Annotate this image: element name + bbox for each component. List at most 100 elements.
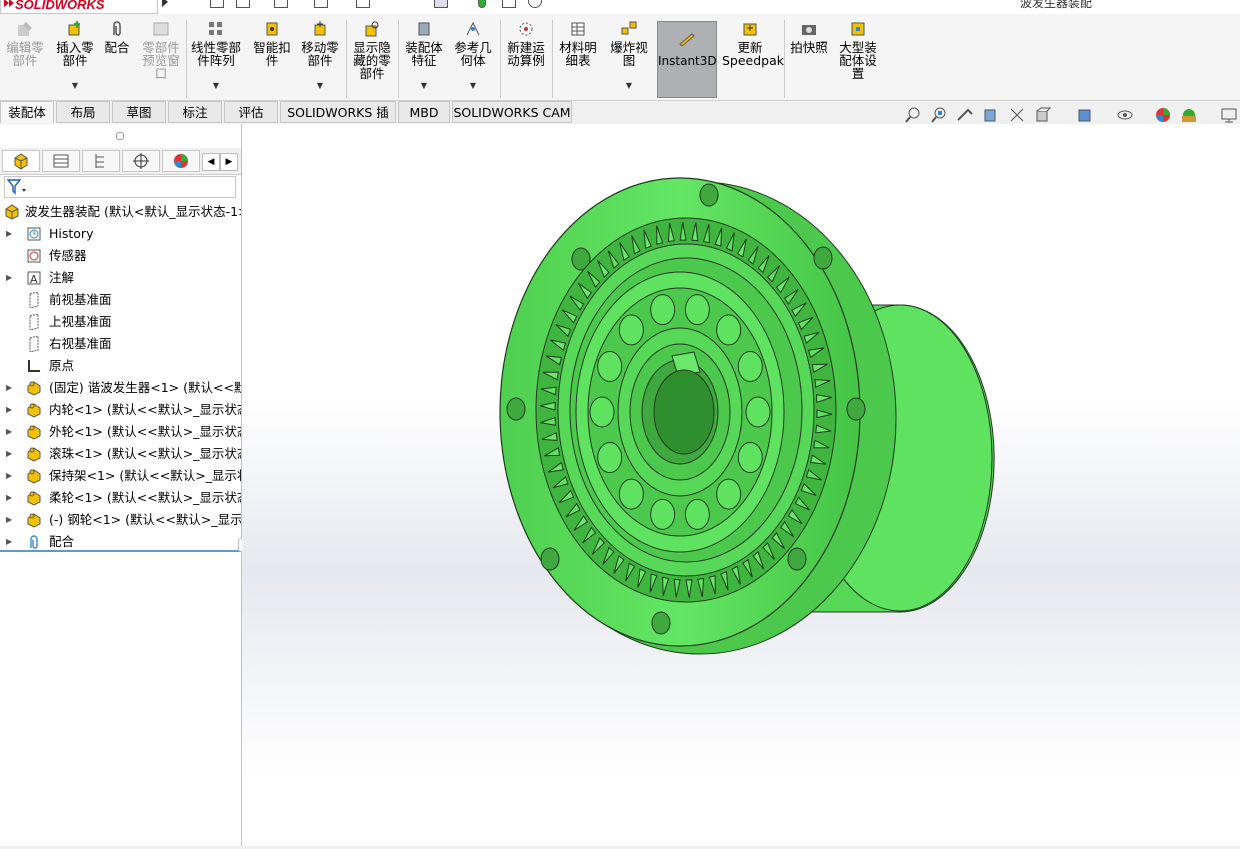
panel-collapse-handle[interactable] [116, 132, 124, 140]
tab-solidworks-addins[interactable]: SOLIDWORKS 插件 [280, 101, 396, 142]
tree-item[interactable]: 传感器 [0, 245, 241, 267]
tree-item[interactable]: ▶ (固定) 谐波发生器<1> (默认<<默认 [0, 377, 241, 399]
tree-item[interactable]: ▶ 柔轮<1> (默认<<默认>_显示状态 [0, 487, 241, 509]
view-settings-icon[interactable] [1220, 106, 1238, 124]
assembly-features-button[interactable]: 装配体 特征 ▼ [401, 20, 447, 104]
dynamic-annotation-icon[interactable] [1008, 106, 1026, 124]
take-snapshot-button[interactable]: 拍快照 [787, 20, 831, 104]
solidworks-logo[interactable]: SOLIDWORKS [0, 0, 158, 14]
large-assembly-icon [851, 22, 865, 36]
show-hidden-components-button[interactable]: 显示隐 藏的零 部件 [349, 20, 395, 104]
tab-configuration-manager[interactable] [82, 150, 120, 172]
expand-arrow-icon[interactable]: ▶ [6, 223, 12, 245]
tab-property-manager[interactable] [42, 150, 80, 172]
home-icon[interactable] [210, 0, 224, 8]
tree-item[interactable]: ▶ 内轮<1> (默认<<默认>_显示状态 [0, 399, 241, 421]
edit-appearance-icon[interactable] [1154, 106, 1172, 124]
tree-root-assembly[interactable]: 波发生器装配 (默认<默认_显示状态-1> [0, 201, 241, 223]
previous-view-icon[interactable] [956, 106, 974, 124]
select-arrow-icon[interactable] [434, 0, 448, 8]
tree-item[interactable]: ▶ A 注解 [0, 267, 241, 289]
move-component-button[interactable]: 移动零 部件 ▼ [298, 20, 342, 104]
expand-arrow-icon[interactable]: ▶ [6, 377, 12, 399]
dropdown-arrow-icon[interactable]: ▼ [421, 79, 427, 92]
ribbon-separator [552, 20, 553, 98]
expand-arrow-icon[interactable]: ▶ [6, 487, 12, 509]
tree-item[interactable]: ▶ 保持架<1> (默认<<默认>_显示状态 [0, 465, 241, 487]
dropdown-arrow-icon[interactable]: ▼ [317, 79, 323, 92]
rebuild-icon[interactable] [478, 0, 486, 8]
show-hidden-label: 显示隐 藏的零 部件 [353, 40, 391, 81]
tab-scroll-left-icon[interactable]: ◀ [202, 153, 220, 171]
tree-item[interactable]: ▶ 滚珠<1> (默认<<默认>_显示状态 [0, 443, 241, 465]
new-document-icon[interactable] [236, 0, 250, 8]
zoom-to-fit-icon[interactable] [904, 106, 922, 124]
display-style-icon[interactable] [1076, 106, 1094, 124]
section-view-icon[interactable] [982, 106, 1000, 124]
expand-arrow-icon[interactable]: ▶ [6, 421, 12, 443]
tree-item[interactable]: 前视基准面 [0, 289, 241, 311]
new-motion-study-button[interactable]: 新建运 动算例 [503, 20, 549, 104]
bill-of-materials-button[interactable]: 材料明 细表 [555, 20, 601, 104]
file-properties-icon[interactable] [502, 0, 516, 8]
title-bar: SOLIDWORKS 波发生器装配 [0, 0, 1240, 14]
harmonic-drive-model[interactable] [242, 124, 1240, 846]
tab-solidworks-cam[interactable]: SOLIDWORKS CAM [452, 101, 572, 123]
tab-scroll-right-icon[interactable]: ▶ [220, 153, 238, 171]
expand-arrow-icon[interactable]: ▶ [6, 509, 12, 531]
print-icon[interactable] [356, 0, 370, 8]
expand-arrow-icon[interactable]: ▶ [6, 443, 12, 465]
large-assembly-settings-button[interactable]: 大型装 配体设 置 [835, 20, 881, 104]
apply-scene-icon[interactable] [1180, 106, 1198, 124]
tab-assembly[interactable]: 装配体 [0, 101, 54, 123]
tree-item[interactable]: ▶ 外轮<1> (默认<<默认>_显示状态 [0, 421, 241, 443]
instant3d-button[interactable]: Instant3D [657, 21, 717, 98]
options-gear-icon[interactable] [528, 0, 542, 8]
dropdown-arrow-icon[interactable]: ▼ [626, 79, 632, 92]
tab-sketch[interactable]: 草图 [112, 101, 166, 123]
tree-item[interactable]: 上视基准面 [0, 311, 241, 333]
dropdown-arrow-icon[interactable]: ▼ [470, 79, 476, 92]
tab-dimxpert[interactable] [122, 150, 160, 172]
instant3d-icon [679, 33, 695, 47]
zoom-to-area-icon[interactable] [930, 106, 948, 124]
mate-button[interactable]: 配合 [100, 20, 134, 104]
expand-arrow-icon[interactable]: ▶ [6, 267, 12, 289]
tree-filter-field[interactable] [4, 176, 236, 198]
paperclip-icon [113, 21, 121, 36]
smart-fasteners-button[interactable]: 智能扣 件 [250, 20, 294, 104]
tree-item[interactable]: 原点 [0, 355, 241, 377]
dropdown-arrow-icon[interactable]: ▼ [213, 79, 219, 92]
ds-logo-icon [4, 0, 14, 7]
expand-arrow-icon[interactable]: ▶ [6, 399, 12, 421]
filter-icon [7, 179, 26, 195]
insert-component-button[interactable]: 插入零 部件 ▼ [52, 20, 98, 104]
bearing-ball [737, 442, 763, 474]
tab-display-manager[interactable] [162, 150, 200, 172]
feature-manager-panel: ◀ ▶ 波发生器装配 (默认<默认_显示状态-1> ▶ History 传感器 ▶ A 注… [0, 124, 248, 846]
tree-item-label: 注解 [49, 270, 75, 285]
menu-arrow-icon[interactable] [160, 0, 170, 8]
view-orientation-icon[interactable] [1034, 106, 1052, 124]
tab-evaluate[interactable]: 评估 [224, 101, 278, 123]
new-motion-study-label: 新建运 动算例 [507, 40, 545, 68]
tree-item[interactable]: ▶ (-) 钢轮<1> (默认<<默认>_显示状 [0, 509, 241, 531]
save-icon[interactable] [314, 0, 328, 8]
update-speedpak-button[interactable]: 更新 Speedpak [722, 20, 784, 104]
expand-arrow-icon[interactable]: ▶ [6, 465, 12, 487]
component-preview-button[interactable]: 零部件 预览窗 口 [137, 20, 185, 104]
exploded-view-button[interactable]: 爆炸视 图 ▼ [606, 20, 652, 104]
linear-pattern-button[interactable]: 线性零部 件阵列 ▼ [188, 20, 244, 104]
tree-item[interactable]: ▶ History [0, 223, 241, 245]
hide-show-items-icon[interactable] [1116, 106, 1134, 124]
graphics-area[interactable] [242, 124, 1240, 846]
edit-component-button[interactable]: 编辑零 部件 [4, 20, 46, 104]
tab-layout[interactable]: 布局 [56, 101, 110, 123]
tab-markup[interactable]: 标注 [168, 101, 222, 123]
tab-mbd[interactable]: MBD [398, 101, 450, 123]
dropdown-arrow-icon[interactable]: ▼ [72, 79, 78, 92]
reference-geometry-button[interactable]: 参考几 何体 ▼ [450, 20, 496, 104]
tree-item[interactable]: 右视基准面 [0, 333, 241, 355]
tab-feature-manager[interactable] [2, 150, 40, 172]
open-icon[interactable] [274, 0, 288, 8]
